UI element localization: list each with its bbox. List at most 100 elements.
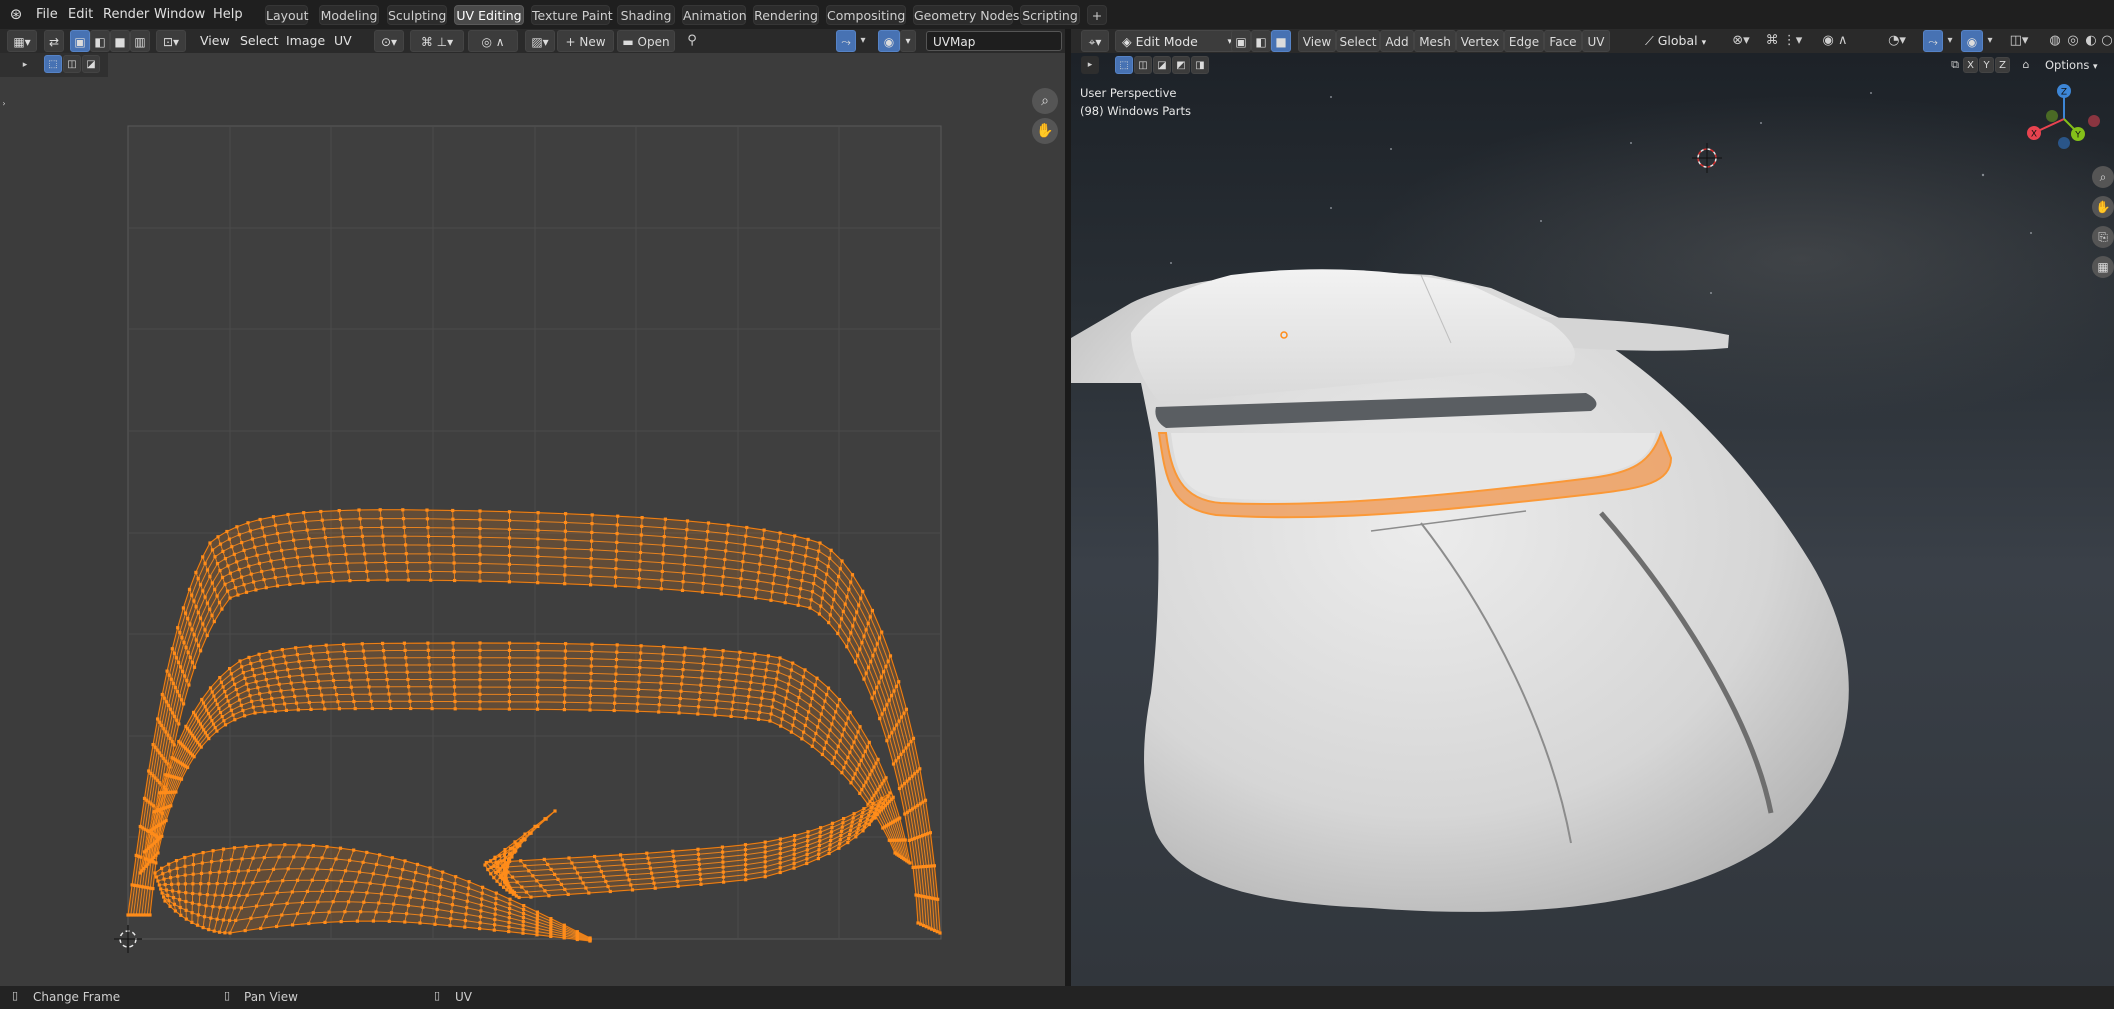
uv-vertex bbox=[184, 908, 188, 912]
vp-menu-uv[interactable]: UV bbox=[1582, 30, 1610, 52]
new-image-button[interactable]: + New bbox=[557, 30, 614, 52]
uv-vertex bbox=[573, 866, 577, 870]
tab-layout[interactable]: Layout bbox=[265, 5, 309, 25]
tab-shading[interactable]: Shading bbox=[617, 5, 675, 25]
shading-solid-icon[interactable]: ◎ bbox=[2065, 30, 2081, 52]
menu-help[interactable]: Help bbox=[207, 0, 249, 29]
tab-modeling[interactable]: Modeling bbox=[319, 5, 379, 25]
uv-vertex bbox=[453, 699, 457, 704]
vp-overlay-dropdown[interactable]: ▾ bbox=[1983, 30, 1997, 52]
pivot-icon[interactable]: ⊙▾ bbox=[374, 30, 404, 52]
uv-vertex bbox=[841, 821, 845, 825]
vertex-select-icon[interactable]: ▣ bbox=[70, 30, 90, 52]
tab-geometry-nodes[interactable]: Geometry Nodes bbox=[913, 5, 1019, 25]
camera-icon[interactable]: ⎘ bbox=[2092, 226, 2114, 248]
uv-vertex bbox=[862, 807, 866, 811]
tab-scripting[interactable]: Scripting bbox=[1020, 5, 1080, 25]
uv-vertex bbox=[222, 719, 226, 723]
xray-icon[interactable]: ◫▾ bbox=[2005, 30, 2033, 52]
blender-logo-icon[interactable]: ⊛ bbox=[6, 3, 26, 25]
uv-menu-uv[interactable]: UV bbox=[330, 30, 356, 52]
viewport-editor-type-icon[interactable]: ⌖▾ bbox=[1081, 30, 1109, 52]
uv-vertex bbox=[697, 862, 701, 866]
uvmap-field[interactable]: UVMap bbox=[926, 31, 1062, 51]
vp-menu-mesh[interactable]: Mesh bbox=[1414, 30, 1456, 52]
vp-menu-edge[interactable]: Edge bbox=[1504, 30, 1544, 52]
vp-snap-icon[interactable]: ⌘ ⋮▾ bbox=[1761, 30, 1807, 52]
visibility-icon[interactable]: ◔▾ bbox=[1883, 30, 1911, 52]
uv-sync-toggle[interactable]: ⤳ bbox=[836, 30, 856, 52]
uv-vertex bbox=[866, 621, 870, 625]
uv-vertex bbox=[590, 642, 594, 646]
island-select-icon[interactable]: ▥ bbox=[130, 30, 150, 52]
tab-uv-editing[interactable]: UV Editing bbox=[454, 5, 524, 25]
sync-selection-icon[interactable]: ⇄ bbox=[44, 30, 64, 52]
uv-menu-image[interactable]: Image bbox=[282, 30, 329, 52]
uv-editor-canvas[interactable]: ▸ ⬚ ◫ ◪ › ⌕ ✋ bbox=[0, 53, 1065, 986]
vp-menu-select[interactable]: Select bbox=[1336, 30, 1380, 52]
pivot-point-icon[interactable]: ⊗▾ bbox=[1727, 30, 1755, 52]
vp-menu-vertex[interactable]: Vertex bbox=[1456, 30, 1504, 52]
uv-vertex bbox=[840, 559, 844, 563]
menu-edit[interactable]: Edit bbox=[62, 0, 99, 29]
overlay-toggle[interactable]: ◉ bbox=[878, 30, 900, 52]
uv-vertex bbox=[401, 868, 405, 872]
tab-animation[interactable]: Animation bbox=[682, 5, 747, 25]
pin-icon[interactable]: ⚲ bbox=[682, 30, 702, 52]
orientation-dropdown[interactable]: ⟋ Global ▾ bbox=[1639, 30, 1719, 52]
tab-rendering[interactable]: Rendering bbox=[753, 5, 819, 25]
menu-render[interactable]: Render bbox=[97, 0, 155, 29]
navigation-gizmo[interactable]: Z X Y bbox=[2027, 84, 2100, 149]
vp-menu-face[interactable]: Face bbox=[1544, 30, 1582, 52]
viewport-canvas[interactable]: ▸ ⬚ ◫ ◪ ◩ ◨ ⧉ X Y Z ⌂ Options ▾ User Per… bbox=[1071, 53, 2114, 986]
shading-material-icon[interactable]: ◐ bbox=[2083, 30, 2099, 52]
snap-icon[interactable]: ⌘ ⊥▾ bbox=[410, 30, 464, 52]
uv-vertex bbox=[275, 532, 280, 536]
vp-hand-icon[interactable]: ✋ bbox=[2092, 196, 2114, 218]
vp-edge-select-icon[interactable]: ◧ bbox=[1251, 30, 1271, 52]
add-workspace-button[interactable]: + bbox=[1087, 5, 1107, 25]
zoom-icon[interactable]: ⌕ bbox=[1032, 88, 1058, 114]
uv-vertex bbox=[493, 923, 497, 927]
tab-texture-paint[interactable]: Texture Paint bbox=[531, 5, 613, 25]
menu-window[interactable]: Window bbox=[148, 0, 211, 29]
tab-sculpting[interactable]: Sculpting bbox=[387, 5, 447, 25]
menu-file[interactable]: File bbox=[30, 0, 64, 29]
editor-type-icon[interactable]: ▦▾ bbox=[7, 30, 37, 52]
open-image-button[interactable]: ▬ Open bbox=[617, 30, 675, 52]
gizmo-dropdown[interactable]: ▾ bbox=[1943, 30, 1957, 52]
uv-menu-select[interactable]: Select bbox=[236, 30, 283, 52]
uv-vertex bbox=[228, 571, 232, 575]
proportional-icon[interactable]: ◎ ∧ bbox=[468, 30, 518, 52]
uv-vertex bbox=[334, 693, 339, 697]
uv-vertex bbox=[229, 893, 233, 898]
vp-overlay-toggle[interactable]: ◉ bbox=[1961, 30, 1983, 52]
face-select-icon[interactable]: ■ bbox=[110, 30, 130, 52]
tab-compositing[interactable]: Compositing bbox=[826, 5, 906, 25]
uv-vertex bbox=[543, 817, 547, 821]
uv-vertex bbox=[704, 547, 708, 551]
gizmo-toggle[interactable]: ⤳ bbox=[1923, 30, 1943, 52]
edge-select-icon[interactable]: ◧ bbox=[90, 30, 110, 52]
mode-dropdown[interactable]: ◈ Edit Mode ▾ bbox=[1115, 30, 1239, 52]
vp-proportional-icon[interactable]: ◉ ∧ bbox=[1815, 30, 1855, 52]
vp-menu-add[interactable]: Add bbox=[1380, 30, 1414, 52]
vp-face-select-icon[interactable]: ■ bbox=[1271, 30, 1291, 52]
uv-vertex bbox=[486, 868, 490, 872]
vp-zoom-icon[interactable]: ⌕ bbox=[2092, 166, 2114, 188]
shading-wireframe-icon[interactable]: ◍ bbox=[2047, 30, 2063, 52]
uv-menu-view[interactable]: View bbox=[196, 30, 234, 52]
uv-sync-dropdown[interactable]: ▾ bbox=[856, 30, 870, 52]
overlay-dropdown[interactable]: ▾ bbox=[900, 30, 916, 52]
shading-rendered-icon[interactable]: ○ bbox=[2101, 30, 2113, 52]
hand-icon[interactable]: ✋ bbox=[1032, 118, 1058, 144]
uv-vertex bbox=[354, 880, 358, 884]
grid-icon[interactable]: ▦ bbox=[2092, 256, 2114, 278]
sticky-select-dropdown[interactable]: ⊡▾ bbox=[156, 30, 186, 52]
uv-vertex bbox=[805, 848, 809, 852]
3d-cursor-icon[interactable] bbox=[1692, 143, 1722, 173]
uv-vertex bbox=[563, 664, 567, 668]
vp-menu-view[interactable]: View bbox=[1298, 30, 1336, 52]
image-browse-icon[interactable]: ▨▾ bbox=[525, 30, 555, 52]
vp-vertex-select-icon[interactable]: ▣ bbox=[1231, 30, 1251, 52]
